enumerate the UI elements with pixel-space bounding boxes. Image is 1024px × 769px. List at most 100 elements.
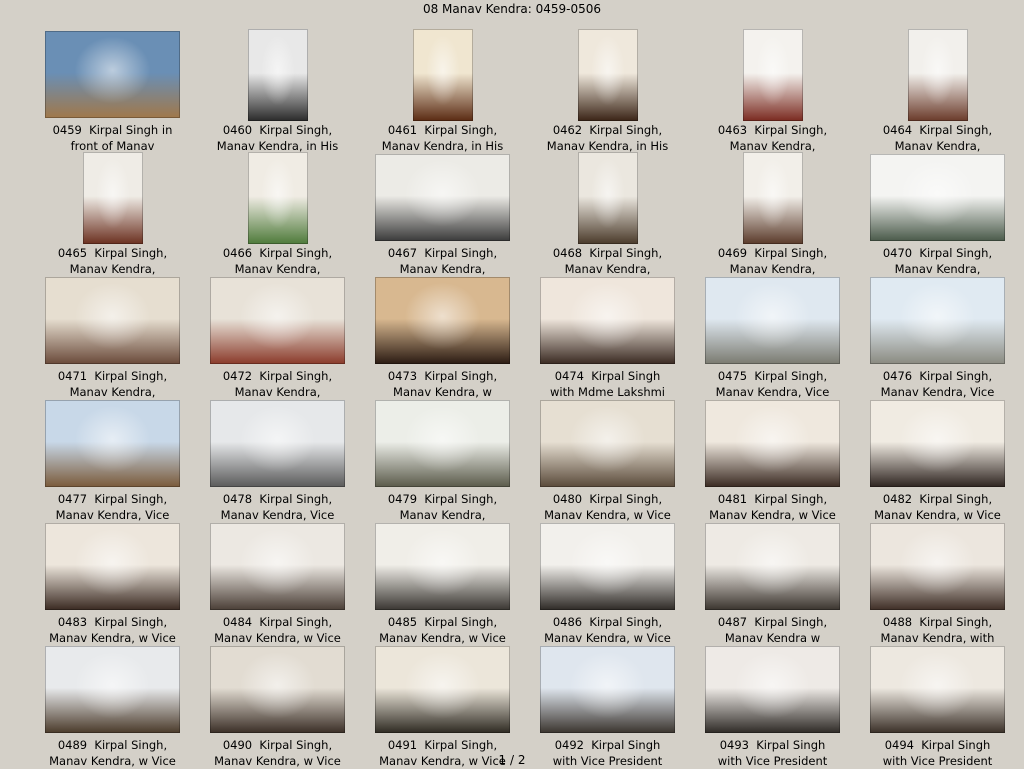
thumbnail-item[interactable]: 0465 Kirpal Singh, Manav Kendra, [30,150,195,276]
thumbnail-frame[interactable] [690,396,855,491]
thumbnail-item[interactable]: 0487 Kirpal Singh, Manav Kendra w [690,519,855,645]
thumbnail-frame[interactable] [360,396,525,491]
photo-thumbnail[interactable] [45,400,180,487]
thumbnail-item[interactable]: 0488 Kirpal Singh, Manav Kendra, with [855,519,1020,645]
thumbnail-item[interactable]: 0460 Kirpal Singh, Manav Kendra, in His [195,27,360,153]
photo-thumbnail[interactable] [540,277,675,364]
thumbnail-frame[interactable] [855,519,1020,614]
thumbnail-item[interactable]: 0480 Kirpal Singh, Manav Kendra, w Vice [525,396,690,522]
thumbnail-frame[interactable] [690,273,855,368]
thumbnail-item[interactable]: 0471 Kirpal Singh, Manav Kendra, [30,273,195,399]
thumbnail-item[interactable]: 0464 Kirpal Singh, Manav Kendra, [855,27,1020,153]
photo-thumbnail[interactable] [870,400,1005,487]
thumbnail-frame[interactable] [360,273,525,368]
thumbnail-item[interactable]: 0479 Kirpal Singh, Manav Kendra, [360,396,525,522]
photo-thumbnail[interactable] [742,28,803,121]
photo-thumbnail[interactable] [870,646,1005,733]
thumbnail-frame[interactable] [525,273,690,368]
photo-thumbnail[interactable] [540,523,675,610]
photo-thumbnail[interactable] [45,277,180,364]
thumbnail-item[interactable]: 0492 Kirpal Singh with Vice President [525,642,690,768]
thumbnail-frame[interactable] [360,150,525,245]
thumbnail-frame[interactable] [195,396,360,491]
thumbnail-frame[interactable] [690,519,855,614]
photo-thumbnail[interactable] [210,400,345,487]
thumbnail-frame[interactable] [525,396,690,491]
thumbnail-frame[interactable] [525,519,690,614]
thumbnail-item[interactable]: 0491 Kirpal Singh, Manav Kendra, w Vice [360,642,525,768]
photo-thumbnail[interactable] [742,151,803,244]
thumbnail-item[interactable]: 0482 Kirpal Singh, Manav Kendra, w Vice [855,396,1020,522]
thumbnail-item[interactable]: 0493 Kirpal Singh with Vice President [690,642,855,768]
photo-thumbnail[interactable] [45,31,180,118]
photo-thumbnail[interactable] [705,400,840,487]
photo-thumbnail[interactable] [870,154,1005,241]
thumbnail-frame[interactable] [855,27,1020,122]
thumbnail-frame[interactable] [195,273,360,368]
thumbnail-item[interactable]: 0476 Kirpal Singh, Manav Kendra, Vice [855,273,1020,399]
photo-thumbnail[interactable] [870,523,1005,610]
photo-thumbnail[interactable] [82,151,143,244]
photo-thumbnail[interactable] [375,154,510,241]
thumbnail-item[interactable]: 0489 Kirpal Singh, Manav Kendra, w Vice [30,642,195,768]
thumbnail-item[interactable]: 0470 Kirpal Singh, Manav Kendra, [855,150,1020,276]
thumbnail-frame[interactable] [30,642,195,737]
thumbnail-item[interactable]: 0478 Kirpal Singh, Manav Kendra, Vice [195,396,360,522]
thumbnail-item[interactable]: 0472 Kirpal Singh, Manav Kendra, [195,273,360,399]
thumbnail-item[interactable]: 0462 Kirpal Singh, Manav Kendra, in His [525,27,690,153]
thumbnail-frame[interactable] [855,396,1020,491]
thumbnail-item[interactable]: 0468 Kirpal Singh, Manav Kendra, [525,150,690,276]
thumbnail-item[interactable]: 0494 Kirpal Singh with Vice President [855,642,1020,768]
thumbnail-frame[interactable] [855,642,1020,737]
photo-thumbnail[interactable] [45,523,180,610]
thumbnail-item[interactable]: 0473 Kirpal Singh, Manav Kendra, w [360,273,525,399]
thumbnail-item[interactable]: 0484 Kirpal Singh, Manav Kendra, w Vice [195,519,360,645]
photo-thumbnail[interactable] [210,277,345,364]
thumbnail-item[interactable]: 0490 Kirpal Singh, Manav Kendra, w Vice [195,642,360,768]
thumbnail-item[interactable]: 0461 Kirpal Singh, Manav Kendra, in His [360,27,525,153]
photo-thumbnail[interactable] [870,277,1005,364]
photo-thumbnail[interactable] [375,277,510,364]
thumbnail-frame[interactable] [525,27,690,122]
thumbnail-item[interactable]: 0477 Kirpal Singh, Manav Kendra, Vice [30,396,195,522]
thumbnail-frame[interactable] [195,642,360,737]
photo-thumbnail[interactable] [540,400,675,487]
thumbnail-item[interactable]: 0486 Kirpal Singh, Manav Kendra, w Vice [525,519,690,645]
thumbnail-frame[interactable] [195,150,360,245]
thumbnail-frame[interactable] [195,519,360,614]
thumbnail-frame[interactable] [30,273,195,368]
thumbnail-frame[interactable] [855,150,1020,245]
thumbnail-item[interactable]: 0459 Kirpal Singh in front of Manav [30,27,195,153]
photo-thumbnail[interactable] [540,646,675,733]
thumbnail-frame[interactable] [525,642,690,737]
photo-thumbnail[interactable] [577,28,638,121]
thumbnail-frame[interactable] [360,519,525,614]
photo-thumbnail[interactable] [247,28,308,121]
thumbnail-frame[interactable] [690,150,855,245]
thumbnail-item[interactable]: 0466 Kirpal Singh, Manav Kendra, [195,150,360,276]
photo-thumbnail[interactable] [907,28,968,121]
thumbnail-frame[interactable] [30,519,195,614]
thumbnail-item[interactable]: 0485 Kirpal Singh, Manav Kendra, w Vice [360,519,525,645]
photo-thumbnail[interactable] [705,277,840,364]
thumbnail-item[interactable]: 0463 Kirpal Singh, Manav Kendra, [690,27,855,153]
photo-thumbnail[interactable] [705,646,840,733]
thumbnail-item[interactable]: 0467 Kirpal Singh, Manav Kendra, [360,150,525,276]
photo-thumbnail[interactable] [210,646,345,733]
thumbnail-frame[interactable] [360,642,525,737]
photo-thumbnail[interactable] [375,400,510,487]
thumbnail-frame[interactable] [30,150,195,245]
photo-thumbnail[interactable] [375,646,510,733]
photo-thumbnail[interactable] [247,151,308,244]
photo-thumbnail[interactable] [375,523,510,610]
photo-thumbnail[interactable] [412,28,473,121]
thumbnail-item[interactable]: 0481 Kirpal Singh, Manav Kendra, w Vice [690,396,855,522]
thumbnail-frame[interactable] [30,27,195,122]
photo-thumbnail[interactable] [705,523,840,610]
photo-thumbnail[interactable] [45,646,180,733]
thumbnail-frame[interactable] [360,27,525,122]
thumbnail-frame[interactable] [30,396,195,491]
photo-thumbnail[interactable] [210,523,345,610]
thumbnail-frame[interactable] [690,642,855,737]
thumbnail-item[interactable]: 0474 Kirpal Singh with Mdme Lakshmi [525,273,690,399]
